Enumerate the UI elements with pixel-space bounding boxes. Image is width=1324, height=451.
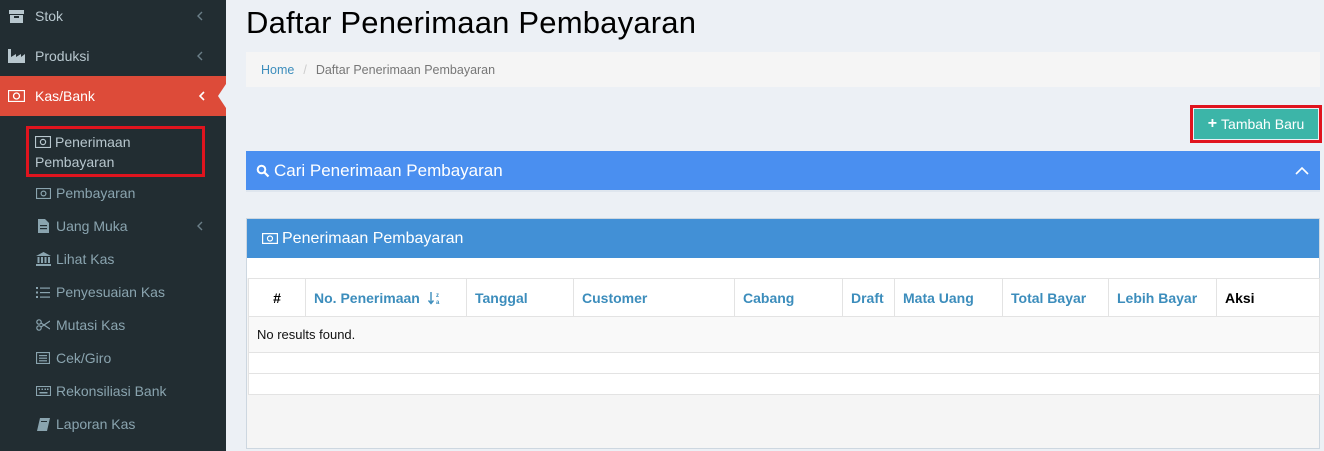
submenu-item-penerimaan-pembayaran[interactable]: Penerimaan Pembayaran <box>26 126 205 177</box>
chevron-left-icon <box>198 91 205 101</box>
submenu-item-pembayaran[interactable]: Pembayaran <box>0 183 226 203</box>
submenu-item-rekonsiliasi-bank[interactable]: Rekonsiliasi Bank <box>0 381 226 401</box>
sidebar-item-kas-bank[interactable]: Kas/Bank <box>0 76 226 116</box>
money-icon <box>34 133 52 149</box>
submenu-item-lihat-kas[interactable]: Lihat Kas <box>0 249 226 269</box>
industry-icon <box>8 49 25 63</box>
money-icon <box>35 186 51 200</box>
column-header-lebih-bayar[interactable]: Lebih Bayar <box>1108 278 1217 317</box>
scissors-icon <box>35 318 51 332</box>
submenu-item-label: Cek/Giro <box>56 350 112 366</box>
money-icon <box>8 89 25 103</box>
sort-alpha-icon: za <box>427 291 440 306</box>
submenu-item-penyesuaian-kas[interactable]: Penyesuaian Kas <box>0 282 226 302</box>
column-header-cabang[interactable]: Cabang <box>734 278 843 317</box>
file-icon <box>35 219 51 233</box>
add-new-button-label: Tambah Baru <box>1221 116 1305 132</box>
blank-cell <box>248 352 1320 374</box>
empty-results-message: No results found. <box>248 316 1320 353</box>
blank-cell <box>248 373 1320 395</box>
archive-icon <box>8 9 25 23</box>
panel-spacer <box>247 258 1319 278</box>
search-icon <box>256 164 270 177</box>
breadcrumb-home-link[interactable]: Home <box>261 63 294 77</box>
sidebar-item-label: Kas/Bank <box>35 88 95 104</box>
table-row: No results found. <box>248 316 1320 353</box>
submenu-item-label: Penyesuaian Kas <box>56 284 165 300</box>
list-alt-icon <box>35 351 51 365</box>
sidebar-item-stok[interactable]: Stok <box>0 0 226 36</box>
breadcrumb: Home / Daftar Penerimaan Pembayaran <box>246 52 1320 87</box>
svg-text:a: a <box>436 300 440 305</box>
breadcrumb-current: Daftar Penerimaan Pembayaran <box>315 62 496 77</box>
column-header-no-penerimaan[interactable]: No. Penerimaan za <box>305 278 467 317</box>
search-panel-title: Cari Penerimaan Pembayaran <box>274 160 503 180</box>
chevron-left-icon <box>197 11 203 21</box>
sidebar-item-produksi[interactable]: Produksi <box>0 36 226 76</box>
table-row-blank <box>248 373 1320 395</box>
table-row-blank <box>248 352 1320 374</box>
main-content: Daftar Penerimaan Pembayaran Home / Daft… <box>226 0 1324 451</box>
submenu-item-cek-giro[interactable]: Cek/Giro <box>0 348 226 368</box>
column-header-customer[interactable]: Customer <box>573 278 735 317</box>
sidebar-item-label: Produksi <box>35 48 90 64</box>
submenu-item-uang-muka[interactable]: Uang Muka <box>0 216 226 236</box>
sidebar: Stok Produksi Kas/Bank Penerimaan Pembay… <box>0 0 226 451</box>
plus-icon: + <box>1207 115 1218 132</box>
bank-icon <box>35 252 51 266</box>
submenu-item-label: Mutasi Kas <box>56 317 126 333</box>
submenu-item-laporan-kas[interactable]: Laporan Kas <box>0 414 226 434</box>
table-header-row: # No. Penerimaan za Tanggal Customer Cab… <box>248 278 1320 317</box>
chevron-up-icon[interactable] <box>1294 163 1310 179</box>
add-new-button[interactable]: + Tambah Baru <box>1194 109 1318 139</box>
submenu-item-label: Rekonsiliasi Bank <box>56 383 167 399</box>
column-header-draft[interactable]: Draft <box>842 278 895 317</box>
submenu-item-mutasi-kas[interactable]: Mutasi Kas <box>0 315 226 335</box>
svg-text:z: z <box>436 293 439 299</box>
results-panel: Penerimaan Pembayaran # No. Penerimaan z… <box>246 218 1320 449</box>
chevron-left-icon <box>197 221 203 231</box>
submenu-item-label: Pembayaran <box>56 185 136 201</box>
column-header-tanggal[interactable]: Tanggal <box>466 278 574 317</box>
column-header-number: # <box>248 278 306 317</box>
column-header-total-bayar[interactable]: Total Bayar <box>1002 278 1109 317</box>
breadcrumb-separator: / <box>303 62 307 77</box>
list-ol-icon <box>35 285 51 299</box>
sidebar-item-label: Stok <box>35 8 64 24</box>
submenu-item-label: Laporan Kas <box>56 416 136 432</box>
keyboard-icon <box>35 384 51 398</box>
page-title: Daftar Penerimaan Pembayaran <box>246 5 697 40</box>
money-icon <box>262 233 278 244</box>
book-icon <box>35 417 51 431</box>
results-panel-header: Penerimaan Pembayaran <box>247 219 1319 258</box>
results-panel-title: Penerimaan Pembayaran <box>282 229 464 247</box>
add-button-highlight: + Tambah Baru <box>1190 105 1322 143</box>
column-header-label: No. Penerimaan <box>314 289 420 306</box>
results-table: # No. Penerimaan za Tanggal Customer Cab… <box>248 278 1320 395</box>
search-panel-header[interactable]: Cari Penerimaan Pembayaran <box>246 151 1320 192</box>
submenu-item-label: Lihat Kas <box>56 251 115 267</box>
column-header-aksi: Aksi <box>1216 278 1320 317</box>
chevron-left-icon <box>197 51 203 61</box>
submenu-item-label: Uang Muka <box>56 218 128 234</box>
column-header-mata-uang[interactable]: Mata Uang <box>894 278 1003 317</box>
